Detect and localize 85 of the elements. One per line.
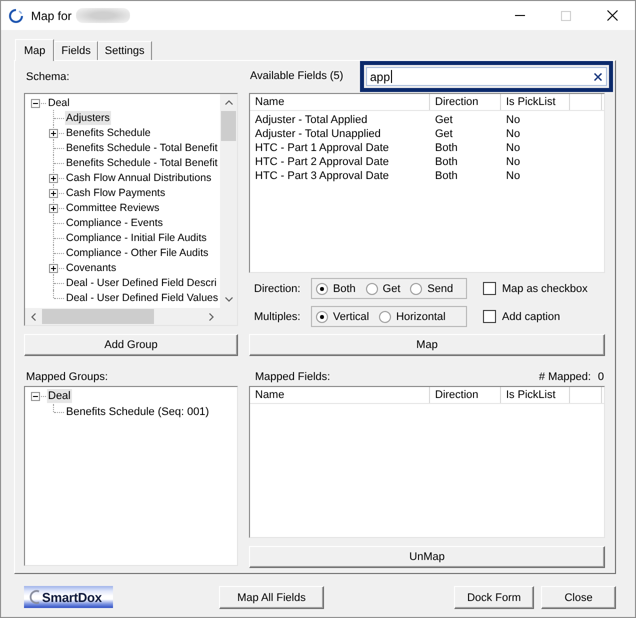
section-label: Mapped Groups: [25,371,108,383]
checkbox-icon[interactable] [483,282,496,295]
radio-icon[interactable] [316,282,328,294]
table-cell-text: Get [434,113,454,127]
radio-option[interactable]: Vertical [316,310,370,322]
tree-item[interactable]: Compliance - Events [65,216,164,230]
checkbox-option[interactable]: Add caption [483,310,560,323]
expand-icon[interactable] [49,128,58,138]
logo-text: SmartDox [42,590,102,604]
checkbox-icon[interactable] [483,310,496,323]
chevron-right-icon[interactable] [209,312,214,320]
field-label: Multiples: [254,310,302,322]
tree-item[interactable]: Deal [47,389,72,403]
scrollbar-thumb[interactable] [42,308,154,325]
radio-option[interactable]: Get [366,282,400,294]
footer-button[interactable]: Close [541,586,616,609]
clear-icon[interactable] [594,72,602,80]
table-cell-text: No [505,169,522,183]
expand-icon[interactable] [49,174,58,182]
collapse-icon[interactable] [31,392,40,401]
tree-item[interactable]: Covenants [65,260,118,274]
chevron-down-icon[interactable] [224,297,232,302]
footer-button[interactable]: Map All Fields [219,586,324,609]
table-cell-text: Both [434,169,459,183]
radio-icon[interactable] [410,282,422,294]
table-cell-text: No [505,113,522,127]
window-title: Map for [31,8,72,22]
section-label: Mapped Fields: [254,371,330,383]
arc-icon [28,589,41,605]
table-cell-text: No [505,141,522,155]
ring-icon [8,8,24,24]
map-button[interactable]: Map [249,334,605,356]
count-label: # Mapped: [538,371,591,383]
radio-icon[interactable] [379,310,392,322]
tree-item[interactable]: Compliance - Initial File Audits [65,230,208,244]
scrollbar-thumb[interactable] [220,111,237,141]
radio-option[interactable]: Send [410,282,454,294]
tree-item[interactable]: Compliance - Other File Audits [65,246,210,260]
tree-item[interactable]: Committee Reviews [65,200,160,214]
tree-item[interactable]: Cash Flow Payments [65,186,166,200]
expand-icon[interactable] [49,204,58,212]
table-cell-text: HTC - Part 3 Approval Date [254,169,390,183]
section-label: Schema: [25,71,70,83]
tree-item[interactable]: Benefits Schedule (Seq: 001) [65,405,210,419]
tree-item[interactable]: Deal [47,96,71,110]
field-label: Direction: [254,282,302,294]
tab[interactable]: Map [15,39,54,61]
radio-icon[interactable] [316,310,328,322]
collapse-icon[interactable] [31,98,40,108]
add-group-button[interactable]: Add Group [24,334,238,356]
table-cell-text: Adjuster - Total Unapplied [254,127,382,141]
unmap-button[interactable]: UnMap [249,546,605,568]
table-cell-text: Both [434,155,459,169]
tree-item[interactable]: Deal - User Defined Field Values [65,290,220,304]
close-icon [606,10,618,21]
tree-item[interactable]: Adjusters [65,110,111,124]
tree-item[interactable]: Benefits Schedule - Total Benefit [65,156,219,170]
footer-button[interactable]: Dock Form [454,586,534,609]
tree-item[interactable]: Cash Flow Annual Distributions [65,170,212,184]
table-cell-text: HTC - Part 1 Approval Date [254,141,390,155]
tree-item[interactable]: Benefits Schedule [65,126,152,140]
radio-icon[interactable] [366,282,378,294]
chevron-left-icon[interactable] [31,312,36,320]
tree-item[interactable]: Benefits Schedule - Total Benefit [65,140,219,154]
table-cell-text: Both [434,141,459,155]
expand-icon[interactable] [49,188,58,198]
table-cell-text: Get [434,127,454,141]
section-label: Available Fields (5) [249,70,344,82]
table-cell-text: Adjuster - Total Applied [254,113,368,127]
vertical-scrollbar[interactable] [220,94,237,308]
radio-option[interactable]: Both [316,282,356,294]
chevron-up-icon[interactable] [224,100,232,105]
search-field[interactable]: app [366,67,607,86]
table-cell-text: HTC - Part 2 Approval Date [254,155,390,169]
minimize-icon [515,15,525,16]
tree-item[interactable]: Deal - User Defined Field Descri [65,276,218,290]
tab[interactable]: Settings [98,41,152,60]
radio-option[interactable]: Horizontal [379,310,446,322]
tab[interactable]: Fields [54,41,98,60]
expand-icon[interactable] [49,264,58,272]
checkbox-option[interactable]: Map as checkbox [483,282,588,295]
count-value: 0 [598,371,604,383]
table-cell-text: No [505,155,522,169]
table-cell-text: No [505,127,522,141]
horizontal-scrollbar[interactable] [25,308,220,325]
